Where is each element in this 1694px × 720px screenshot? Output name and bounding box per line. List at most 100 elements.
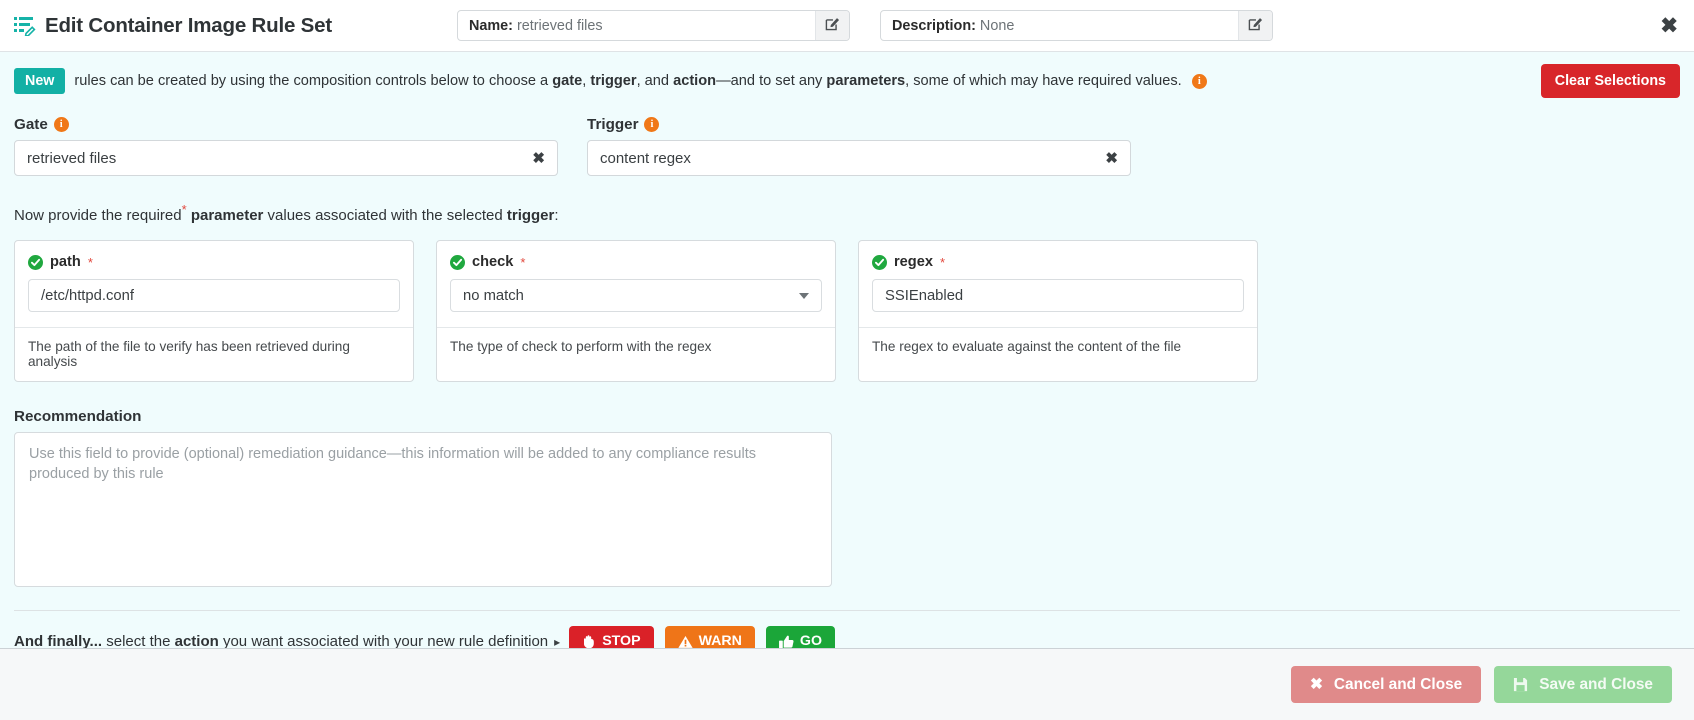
name-field-label: Name: — [469, 18, 513, 34]
action-stop-button[interactable]: STOP — [569, 626, 653, 648]
recommendation-label: Recommendation — [14, 408, 1680, 425]
parameter-select-check[interactable]: no match — [450, 279, 822, 312]
check-circle-icon — [28, 255, 43, 270]
action-warn-button[interactable]: WARN — [665, 626, 755, 648]
save-and-close-button[interactable]: Save and Close — [1494, 666, 1672, 703]
action-lead-bold: And finally... — [14, 633, 102, 648]
title-group: Edit Container Image Rule Set — [14, 14, 332, 38]
recommendation-textarea[interactable] — [14, 432, 832, 587]
parameter-name: path — [50, 254, 81, 270]
action-lead-bold-action: action — [175, 633, 219, 648]
trigger-label-row: Trigger i — [587, 116, 1131, 133]
parameter-required-star: * — [520, 255, 525, 270]
parameters-intro: Now provide the required* parameter valu… — [14, 202, 1680, 224]
info-banner-row: New rules can be created by using the co… — [14, 52, 1680, 110]
banner-bold-parameters: parameters — [826, 73, 905, 89]
trigger-group: Trigger i content regex ✖ — [587, 116, 1131, 176]
close-icon: ✖ — [1310, 677, 1323, 692]
parameters-intro-bold-parameter: parameter — [191, 207, 264, 224]
banner-bold-action: action — [673, 73, 716, 89]
banner-text: rules can be created by using the compos… — [74, 73, 1206, 89]
name-field-value: retrieved files — [517, 18, 603, 34]
parameter-card-path: path * /etc/httpd.conf The path of the fi… — [14, 240, 414, 382]
action-lead-text: And finally... select the action you wan… — [14, 633, 548, 648]
banner-text-4: —and to set any — [716, 73, 826, 89]
trigger-label: Trigger — [587, 116, 638, 133]
parameters-intro-4: : — [554, 207, 558, 224]
required-star: * — [182, 202, 187, 217]
action-warn-label: WARN — [699, 634, 742, 648]
parameter-name: regex — [894, 254, 933, 270]
description-field-label: Description: — [892, 18, 976, 34]
gate-trigger-row: Gatei retrieved files ✖ Trigger i content… — [14, 116, 1680, 176]
pencil-square-icon — [825, 16, 840, 35]
parameter-required-star: * — [940, 255, 945, 270]
check-circle-icon — [450, 255, 465, 270]
dialog-body: New rules can be created by using the co… — [0, 52, 1694, 648]
dialog-header: Edit Container Image Rule Set Name:retri… — [0, 0, 1694, 52]
info-banner: New rules can be created by using the co… — [14, 68, 1207, 94]
floppy-disk-icon — [1513, 677, 1528, 692]
chevron-down-icon — [799, 293, 809, 299]
parameter-input-path[interactable]: /etc/httpd.conf — [28, 279, 400, 312]
description-field-value: None — [980, 18, 1014, 34]
banner-bold-trigger: trigger — [590, 73, 636, 89]
trigger-clear-icon[interactable]: ✖ — [1105, 149, 1118, 167]
pencil-square-icon — [1248, 16, 1263, 35]
cancel-and-close-label: Cancel and Close — [1334, 677, 1462, 692]
dialog-footer: ✖ Cancel and Close Save and Close — [0, 648, 1694, 720]
description-field-text: Description:None — [881, 11, 1238, 40]
name-edit-button[interactable] — [815, 11, 849, 40]
hand-stop-icon — [582, 634, 596, 648]
parameter-cards: path * /etc/httpd.conf The path of the fi… — [14, 240, 1680, 382]
action-row: And finally... select the action you wan… — [14, 626, 1680, 648]
clear-selections-button[interactable]: Clear Selections — [1541, 64, 1680, 98]
gate-label-row: Gatei — [14, 116, 558, 133]
new-badge: New — [14, 68, 65, 94]
gate-clear-icon[interactable]: ✖ — [532, 149, 545, 167]
action-lead-1: select the — [102, 633, 175, 648]
name-field[interactable]: Name:retrieved files — [457, 10, 850, 41]
action-go-button[interactable]: GO — [766, 626, 835, 648]
parameter-description: The path of the file to verify has been … — [15, 327, 413, 381]
action-buttons: STOP WARN — [569, 626, 835, 648]
parameters-intro-3: values associated with the selected — [263, 207, 506, 224]
description-field[interactable]: Description:None — [880, 10, 1273, 41]
parameter-description: The regex to evaluate against the conten… — [859, 327, 1257, 366]
gate-group: Gatei retrieved files ✖ — [14, 116, 558, 176]
list-edit-icon — [14, 16, 36, 36]
parameter-description: The type of check to perform with the re… — [437, 327, 835, 366]
trigger-info-icon[interactable]: i — [644, 117, 659, 132]
banner-text-5: , some of which may have required values… — [905, 73, 1186, 89]
thumbs-up-icon — [779, 635, 794, 649]
banner-text-3: , and — [637, 73, 674, 89]
parameter-name: check — [472, 254, 513, 270]
header-fields: Name:retrieved files Description:None — [457, 10, 1273, 41]
parameters-intro-bold-trigger: trigger — [507, 207, 555, 224]
action-stop-label: STOP — [602, 634, 640, 648]
parameter-card-header: path * — [28, 254, 400, 270]
save-and-close-label: Save and Close — [1539, 677, 1653, 692]
parameters-intro-1: Now provide the required — [14, 207, 182, 224]
gate-select[interactable]: retrieved files ✖ — [14, 140, 558, 176]
parameter-card-body: regex * SSIEnabled — [859, 241, 1257, 327]
edit-rule-set-dialog: Edit Container Image Rule Set Name:retri… — [0, 0, 1694, 720]
banner-bold-gate: gate — [552, 73, 582, 89]
gate-info-icon[interactable]: i — [54, 117, 69, 132]
parameter-input-regex[interactable]: SSIEnabled — [872, 279, 1244, 312]
parameter-card-header: regex * — [872, 254, 1244, 270]
cancel-and-close-button[interactable]: ✖ Cancel and Close — [1291, 666, 1481, 703]
trigger-select[interactable]: content regex ✖ — [587, 140, 1131, 176]
check-circle-icon — [872, 255, 887, 270]
name-field-text: Name:retrieved files — [458, 11, 815, 40]
info-icon[interactable]: i — [1192, 74, 1207, 89]
parameter-card-body: check * no match — [437, 241, 835, 327]
close-icon[interactable]: ✖ — [1660, 15, 1678, 36]
parameter-card-regex: regex * SSIEnabled The regex to evaluate … — [858, 240, 1258, 382]
parameter-required-star: * — [88, 255, 93, 270]
arrow-right-icon: ▸ — [554, 635, 560, 649]
description-edit-button[interactable] — [1238, 11, 1272, 40]
action-lead-2: you want associated with your new rule d… — [219, 633, 548, 648]
page-title: Edit Container Image Rule Set — [45, 14, 332, 38]
parameter-card-header: check * — [450, 254, 822, 270]
